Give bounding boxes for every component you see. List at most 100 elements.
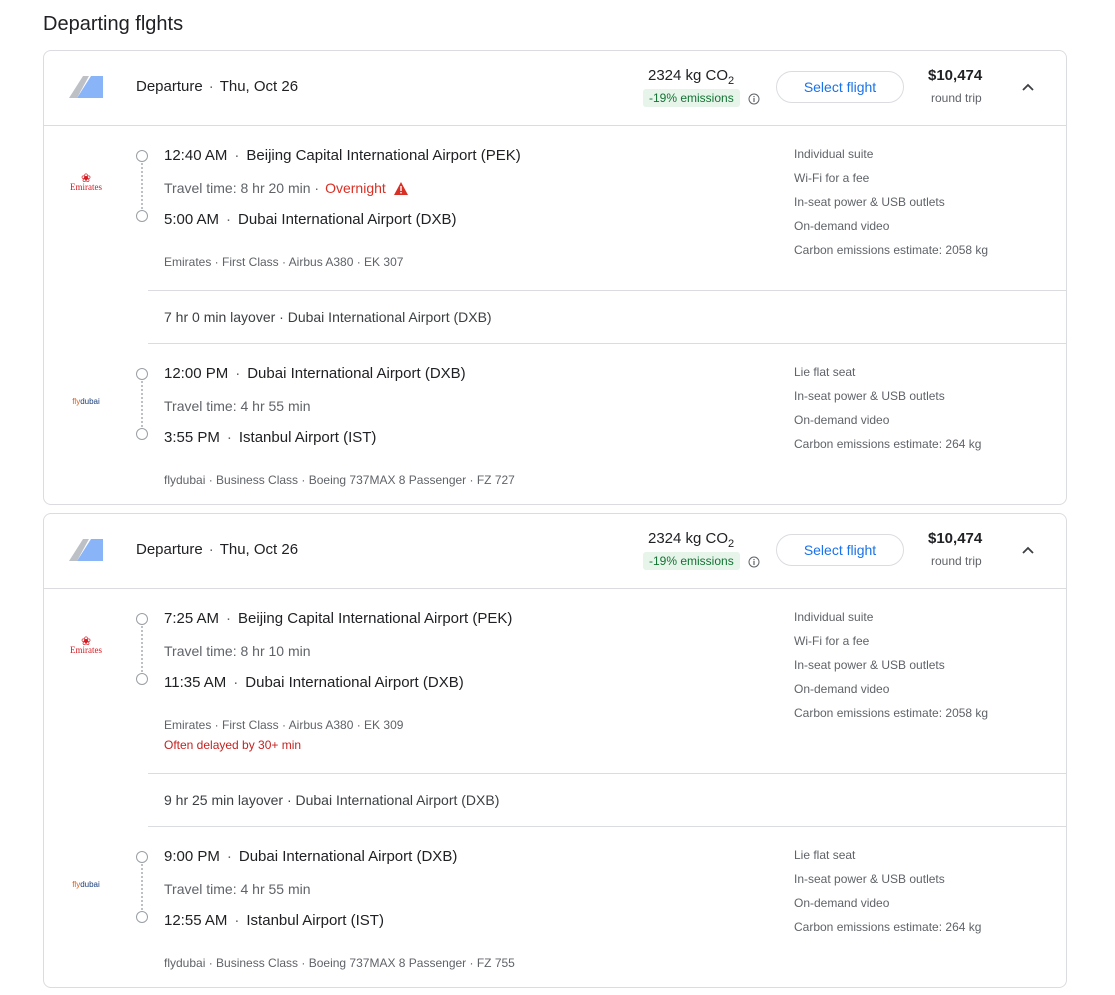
arrival-row: 3:55 PM · Istanbul Airport (IST) <box>164 429 377 446</box>
arrival-time: 5:00 AM <box>164 211 220 228</box>
chevron-up-icon[interactable] <box>1020 79 1036 95</box>
info-icon[interactable] <box>748 93 760 105</box>
amenity: In-seat power & USB outlets <box>794 195 945 209</box>
departure-time: 12:40 AM <box>164 147 228 164</box>
arrival-airport: Istanbul Airport (IST) <box>238 429 377 446</box>
flydubai-logo: flydubai <box>72 397 100 406</box>
co2-subscript: 2 <box>728 75 735 87</box>
amenity: Wi-Fi for a fee <box>794 634 870 648</box>
amenity: Carbon emissions estimate: 2058 kg <box>794 243 989 257</box>
arrival-row: 11:35 AM · Dubai International Airport (DX… <box>164 674 464 691</box>
flight-segment: ❀ Emirates 7:25 AM · Beijing Capital Intern… <box>44 589 1066 773</box>
departure-row: 7:25 AM · Beijing Capital International Ai… <box>164 610 513 627</box>
arrival-airport: Istanbul Airport (IST) <box>246 912 384 929</box>
layover-row: 7 hr 0 min layover · Dubai International… <box>148 290 1066 344</box>
flight-details: flydubai · Business Class · Boeing 737MA… <box>164 473 515 487</box>
departure-title: Departure · Thu, Oct 26 <box>136 541 298 558</box>
emirates-logo: ❀ Emirates <box>70 634 102 655</box>
flight-card: Departure · Thu, Oct 26 2324 kg CO2 -19% e… <box>43 513 1067 988</box>
departure-time: 9:00 PM <box>164 848 220 865</box>
separator-dot: · <box>208 541 214 558</box>
amenity: In-seat power & USB outlets <box>794 389 945 403</box>
travel-time: Travel time: 8 hr 20 min · Overnight <box>164 180 408 196</box>
price: $10,474 <box>928 67 983 84</box>
departure-title: Departure · Thu, Oct 26 <box>136 78 298 95</box>
departure-airport: Dubai International Airport (DXB) <box>238 848 458 865</box>
info-icon[interactable] <box>748 556 760 568</box>
arrival-time: 3:55 PM <box>164 429 220 446</box>
price: $10,474 <box>928 530 983 547</box>
price-subtitle: round trip <box>931 554 982 568</box>
flight-details: Emirates · First Class · Airbus A380 · E… <box>164 255 404 269</box>
arrival-airport: Dubai International Airport (DXB) <box>238 211 457 228</box>
amenity: Wi-Fi for a fee <box>794 171 870 185</box>
amenity: Individual suite <box>794 610 874 624</box>
departure-time: 12:00 PM <box>164 365 229 382</box>
amenity: On-demand video <box>794 413 890 427</box>
departure-time: 7:25 AM <box>164 610 220 627</box>
co2-value: 2324 kg CO2 <box>648 67 734 87</box>
amenity: In-seat power & USB outlets <box>794 872 945 886</box>
amenities-list: Individual suite Wi-Fi for a fee In-seat… <box>794 146 988 266</box>
departure-airport: Dubai International Airport (DXB) <box>247 365 466 382</box>
overnight-label: Overnight <box>325 180 386 196</box>
departure-date: Thu, Oct 26 <box>219 541 299 558</box>
layover-text: 7 hr 0 min layover · Dubai International… <box>164 309 492 325</box>
amenity: On-demand video <box>794 896 890 910</box>
departure-row: 12:40 AM · Beijing Capital International A… <box>164 147 521 164</box>
flight-details: Emirates · First Class · Airbus A380 · E… <box>164 718 404 732</box>
layover-text: 9 hr 25 min layover · Dubai Internationa… <box>164 792 500 808</box>
travel-time: Travel time: 4 hr 55 min <box>164 398 311 414</box>
amenity: Carbon emissions estimate: 264 kg <box>794 920 982 934</box>
amenity: Lie flat seat <box>794 848 856 862</box>
flight-segment: flydubai 12:00 PM · Dubai International Ai… <box>44 344 1066 504</box>
travel-time: Travel time: 8 hr 10 min <box>164 643 311 659</box>
travel-time: Travel time: 4 hr 55 min <box>164 881 311 897</box>
flight-card-header[interactable]: Departure · Thu, Oct 26 2324 kg CO2 -19% e… <box>44 51 1066 126</box>
amenity: Carbon emissions estimate: 264 kg <box>794 437 982 451</box>
departure-row: 9:00 PM · Dubai International Airport (DXB… <box>164 848 458 865</box>
amenities-list: Lie flat seat In-seat power & USB outlet… <box>794 364 981 460</box>
arrival-row: 5:00 AM · Dubai International Airport (DXB… <box>164 211 457 228</box>
chevron-up-icon[interactable] <box>1020 542 1036 558</box>
departure-label: Departure <box>136 78 203 95</box>
amenity: In-seat power & USB outlets <box>794 658 945 672</box>
flight-card-header[interactable]: Departure · Thu, Oct 26 2324 kg CO2 -19% e… <box>44 514 1066 589</box>
departure-row: 12:00 PM · Dubai International Airport (DX… <box>164 365 466 382</box>
price-subtitle: round trip <box>931 91 982 105</box>
flight-card: Departure · Thu, Oct 26 2324 kg CO2 -19% e… <box>43 50 1067 505</box>
amenities-list: Lie flat seat In-seat power & USB outlet… <box>794 847 981 943</box>
multi-airline-icon <box>69 539 103 561</box>
arrival-airport: Dubai International Airport (DXB) <box>245 674 464 691</box>
co2-subscript: 2 <box>728 538 735 550</box>
amenity: Individual suite <box>794 147 874 161</box>
arrival-time: 12:55 AM <box>164 912 228 929</box>
co2-value: 2324 kg CO2 <box>648 530 734 550</box>
emissions-badge: -19% emissions <box>643 89 740 107</box>
amenities-list: Individual suite Wi-Fi for a fee In-seat… <box>794 609 988 729</box>
amenity: On-demand video <box>794 682 890 696</box>
emissions-badge: -19% emissions <box>643 552 740 570</box>
flydubai-logo: flydubai <box>72 880 100 889</box>
amenity: On-demand video <box>794 219 890 233</box>
departure-label: Departure <box>136 541 203 558</box>
amenity: Lie flat seat <box>794 365 856 379</box>
amenity: Carbon emissions estimate: 2058 kg <box>794 706 989 720</box>
emirates-logo: ❀ Emirates <box>70 171 102 192</box>
flight-segment: ❀ Emirates 12:40 AM · Beijing Capital Inter… <box>44 126 1066 290</box>
separator-dot: · <box>208 78 214 95</box>
page-title: Departing flghts <box>43 13 184 35</box>
departure-airport: Beijing Capital International Airport (P… <box>246 147 521 164</box>
multi-airline-icon <box>69 76 103 98</box>
co2-text: 2324 kg CO <box>648 67 729 84</box>
flight-segment: flydubai 9:00 PM · Dubai International Air… <box>44 827 1066 987</box>
warning-icon <box>393 182 408 195</box>
layover-row: 9 hr 25 min layover · Dubai Internationa… <box>148 773 1066 827</box>
arrival-row: 12:55 AM · Istanbul Airport (IST) <box>164 912 384 929</box>
departure-date: Thu, Oct 26 <box>219 78 299 95</box>
flight-details: flydubai · Business Class · Boeing 737MA… <box>164 956 515 970</box>
select-flight-button[interactable]: Select flight <box>776 534 904 566</box>
co2-text: 2324 kg CO <box>648 530 729 547</box>
arrival-time: 11:35 AM <box>164 674 227 691</box>
select-flight-button[interactable]: Select flight <box>776 71 904 103</box>
